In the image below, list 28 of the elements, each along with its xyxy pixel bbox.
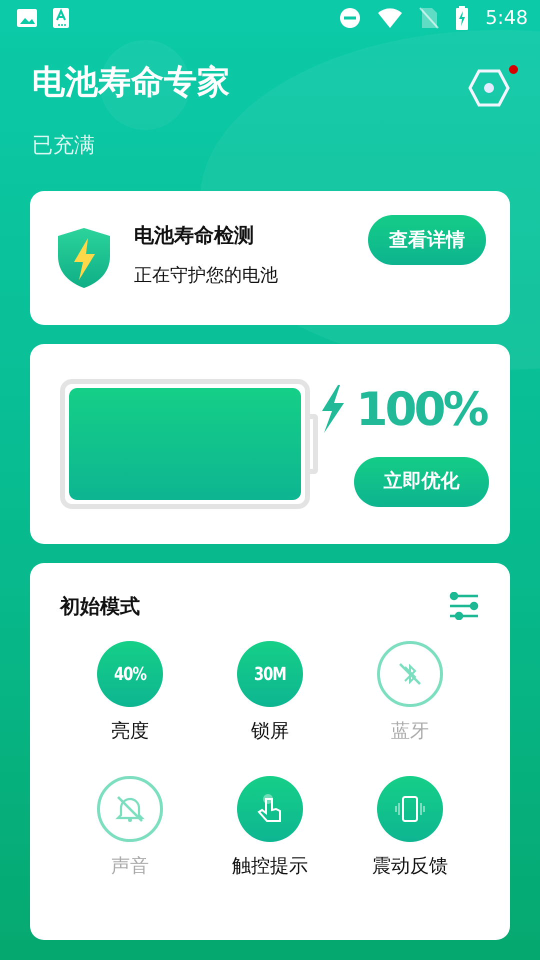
app-title: 电池寿命专家 — [32, 62, 231, 102]
status-time: 5:48 — [485, 6, 528, 31]
optimize-button[interactable]: 立即优化 — [354, 456, 490, 507]
mode-label: 声音 — [110, 854, 149, 879]
text-icon — [52, 7, 70, 29]
mode-label: 锁屏 — [250, 719, 289, 744]
card-title: 电池寿命检测 — [134, 222, 255, 249]
mode-label: 亮度 — [110, 719, 149, 744]
value-toggle[interactable]: 30M — [236, 641, 303, 708]
no-sim-icon — [419, 7, 440, 29]
mode-label: 震动反馈 — [372, 854, 448, 879]
shield-lightning-icon — [56, 226, 112, 290]
settings-icon[interactable] — [468, 68, 510, 108]
do-not-disturb-icon — [339, 7, 362, 29]
wifi-icon — [377, 7, 404, 29]
mode-label: 蓝牙 — [390, 719, 429, 744]
mode-label: 触控提示 — [232, 854, 308, 879]
value-toggle[interactable]: 40% — [96, 641, 163, 708]
battery-percentage: 100% — [356, 382, 488, 437]
phone-vibrate-icon — [394, 794, 425, 824]
charge-status: 已充满 — [32, 132, 96, 159]
details-button[interactable]: 查看详情 — [368, 215, 486, 266]
card-subtitle: 正在守护您的电池 — [134, 264, 279, 288]
bell-off-icon — [114, 794, 145, 824]
settings-sliders-icon[interactable] — [448, 592, 480, 620]
mode-title: 初始模式 — [60, 593, 140, 620]
image-icon — [16, 7, 38, 29]
battery-charging-icon — [455, 6, 470, 30]
